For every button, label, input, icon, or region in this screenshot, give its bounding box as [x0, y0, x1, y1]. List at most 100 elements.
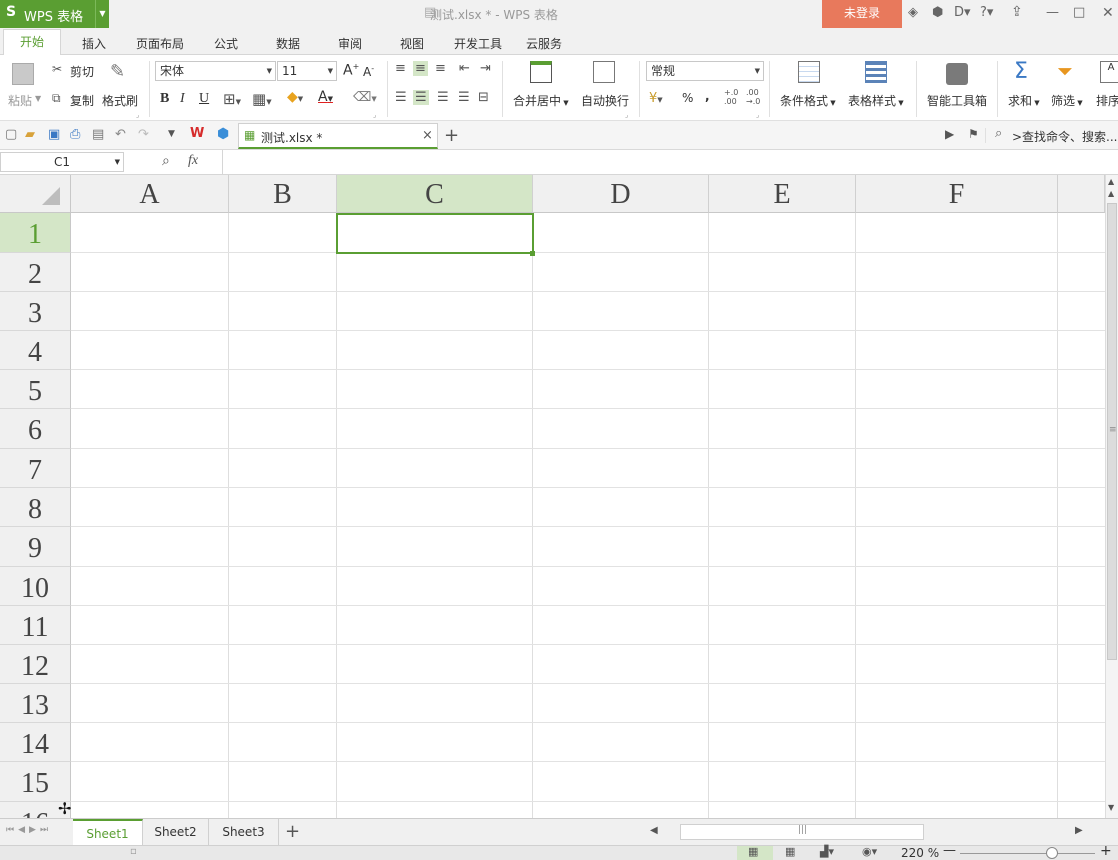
- close-tab-icon[interactable]: ×: [422, 128, 433, 143]
- indent-increase-icon[interactable]: ⇥: [480, 61, 491, 76]
- row-header-12[interactable]: 12: [0, 645, 71, 684]
- row-header-14[interactable]: 14: [0, 723, 71, 762]
- font-size-select[interactable]: 11 ▼: [277, 61, 337, 81]
- align-top-icon[interactable]: ≡: [395, 61, 406, 76]
- zoom-in-icon[interactable]: +: [1100, 843, 1112, 859]
- macro-icon[interactable]: ▫: [130, 846, 137, 857]
- align-center-icon[interactable]: ☰: [413, 90, 429, 105]
- justify-icon[interactable]: ☰: [458, 90, 470, 105]
- scroll-right-icon[interactable]: ▶: [1075, 825, 1083, 836]
- cube-icon[interactable]: ⬢: [932, 5, 943, 20]
- fill-color-icon[interactable]: ◆▼: [287, 89, 303, 105]
- scissors-icon[interactable]: ✂: [52, 62, 62, 76]
- tab-view[interactable]: 视图: [400, 35, 424, 52]
- sheet-tab-3[interactable]: Sheet3: [209, 819, 279, 845]
- zoom-level[interactable]: 220 %: [901, 846, 939, 860]
- smart-toolbox-button[interactable]: 智能工具箱: [927, 92, 987, 109]
- save-icon[interactable]: ▣: [48, 127, 60, 142]
- border-icon[interactable]: ⊞▼: [223, 90, 241, 108]
- row-header-11[interactable]: 11: [0, 606, 71, 645]
- merge-center-icon[interactable]: [530, 61, 552, 83]
- sort-icon[interactable]: A: [1100, 61, 1118, 83]
- row-header-13[interactable]: 13: [0, 684, 71, 723]
- customize-dropdown-icon[interactable]: ▼: [168, 129, 175, 139]
- name-box[interactable]: C1 ▼: [0, 152, 124, 172]
- dialog-launcher-icon[interactable]: ⌟: [756, 111, 759, 119]
- chevron-down-icon[interactable]: ▼: [95, 0, 109, 28]
- fx-icon[interactable]: fx: [188, 153, 198, 169]
- row-header-10[interactable]: 10: [0, 567, 71, 606]
- filter-icon[interactable]: ⏷: [1057, 59, 1073, 83]
- table-style-icon[interactable]: [865, 61, 887, 83]
- minimize-icon[interactable]: —: [1046, 5, 1059, 20]
- column-header-c[interactable]: C: [337, 175, 533, 213]
- percent-button[interactable]: %: [682, 91, 693, 105]
- row-header-9[interactable]: 9: [0, 527, 71, 567]
- chevron-down-icon[interactable]: ▼: [35, 94, 41, 103]
- align-left-icon[interactable]: ☰: [395, 90, 407, 105]
- font-name-select[interactable]: 宋体 ▼: [155, 61, 276, 81]
- brush-icon[interactable]: ✎: [110, 61, 125, 82]
- column-header-g[interactable]: [1058, 175, 1105, 213]
- new-file-icon[interactable]: ▢: [5, 127, 17, 142]
- conditional-format-button[interactable]: 条件格式 ▼: [780, 92, 836, 109]
- dialog-launcher-icon[interactable]: ⌟: [373, 111, 376, 119]
- copy-icon[interactable]: ⧉: [52, 91, 61, 106]
- row-header-8[interactable]: 8: [0, 488, 71, 527]
- increase-decimal-icon[interactable]: +.0.00: [724, 88, 738, 106]
- login-button[interactable]: 未登录: [822, 0, 902, 28]
- close-icon[interactable]: ✕: [1102, 5, 1114, 21]
- tab-data[interactable]: 数据: [276, 35, 300, 52]
- clear-format-icon[interactable]: ⌫▼: [353, 90, 377, 105]
- column-header-f[interactable]: F: [856, 175, 1058, 213]
- font-shrink-icon[interactable]: A-: [363, 64, 374, 79]
- sigma-icon[interactable]: Σ: [1014, 59, 1028, 84]
- print-preview-icon[interactable]: ▤: [92, 127, 104, 142]
- zoom-out-icon[interactable]: —: [943, 843, 956, 858]
- sheet-nav-icon[interactable]: ⏮◀▶⏭: [6, 825, 52, 835]
- merge-center-button[interactable]: 合并居中 ▼: [513, 92, 569, 109]
- zoom-formula-icon[interactable]: ⌕: [162, 153, 170, 169]
- scroll-up-icon[interactable]: ▲: [1108, 177, 1114, 186]
- font-color-icon[interactable]: A▼: [318, 89, 333, 105]
- row-header-2[interactable]: 2: [0, 253, 71, 292]
- tab-cloud[interactable]: 云服务: [526, 35, 562, 52]
- formula-input[interactable]: [224, 150, 1118, 174]
- cube-app-icon[interactable]: ⬢: [217, 126, 229, 142]
- underline-icon[interactable]: U: [199, 91, 209, 107]
- doc-menu-icon[interactable]: D▾: [954, 5, 971, 20]
- bold-icon[interactable]: B: [160, 91, 169, 107]
- row-header-5[interactable]: 5: [0, 370, 71, 409]
- document-tab[interactable]: ▦ 测试.xlsx * ×: [238, 123, 438, 149]
- eye-protection-icon[interactable]: ◉▾: [862, 845, 877, 858]
- sheet-tab-2[interactable]: Sheet2: [143, 819, 209, 845]
- column-header-a[interactable]: A: [71, 175, 229, 213]
- help-icon[interactable]: ?▾: [980, 5, 993, 20]
- command-search-input[interactable]: >查找命令、搜索...: [1012, 128, 1118, 145]
- zoom-slider-handle[interactable]: [1046, 847, 1058, 859]
- conditional-format-icon[interactable]: [798, 61, 820, 83]
- tab-developer[interactable]: 开发工具: [454, 35, 502, 52]
- copy-button[interactable]: 复制: [70, 92, 94, 109]
- tab-start[interactable]: 开始: [3, 29, 61, 56]
- search-icon[interactable]: ⌕: [995, 126, 1002, 141]
- clipboard-icon[interactable]: [12, 63, 34, 85]
- toolbox-icon[interactable]: [946, 63, 968, 85]
- maximize-icon[interactable]: □: [1073, 5, 1085, 20]
- vertical-scrollbar[interactable]: ▲ ▲ ≡ ▼: [1105, 175, 1118, 818]
- row-header-4[interactable]: 4: [0, 331, 71, 370]
- row-header-6[interactable]: 6: [0, 409, 71, 449]
- sort-button[interactable]: 排序: [1096, 92, 1118, 109]
- indent-decrease-icon[interactable]: ⇤: [459, 61, 470, 76]
- filter-button[interactable]: 筛选 ▼: [1051, 92, 1083, 109]
- number-format-select[interactable]: 常规 ▼: [646, 61, 764, 81]
- redo-icon[interactable]: ↷: [138, 127, 149, 142]
- skin-icon[interactable]: ◈: [908, 5, 918, 20]
- tab-review[interactable]: 审阅: [338, 35, 362, 52]
- page-break-view-icon[interactable]: ▦: [785, 845, 795, 858]
- wps-w-icon[interactable]: W: [190, 126, 204, 141]
- tab-page-layout[interactable]: 页面布局: [136, 35, 184, 52]
- comma-button[interactable]: ,: [705, 89, 710, 103]
- fill-handle[interactable]: [530, 251, 535, 256]
- row-header-1[interactable]: 1: [0, 213, 71, 253]
